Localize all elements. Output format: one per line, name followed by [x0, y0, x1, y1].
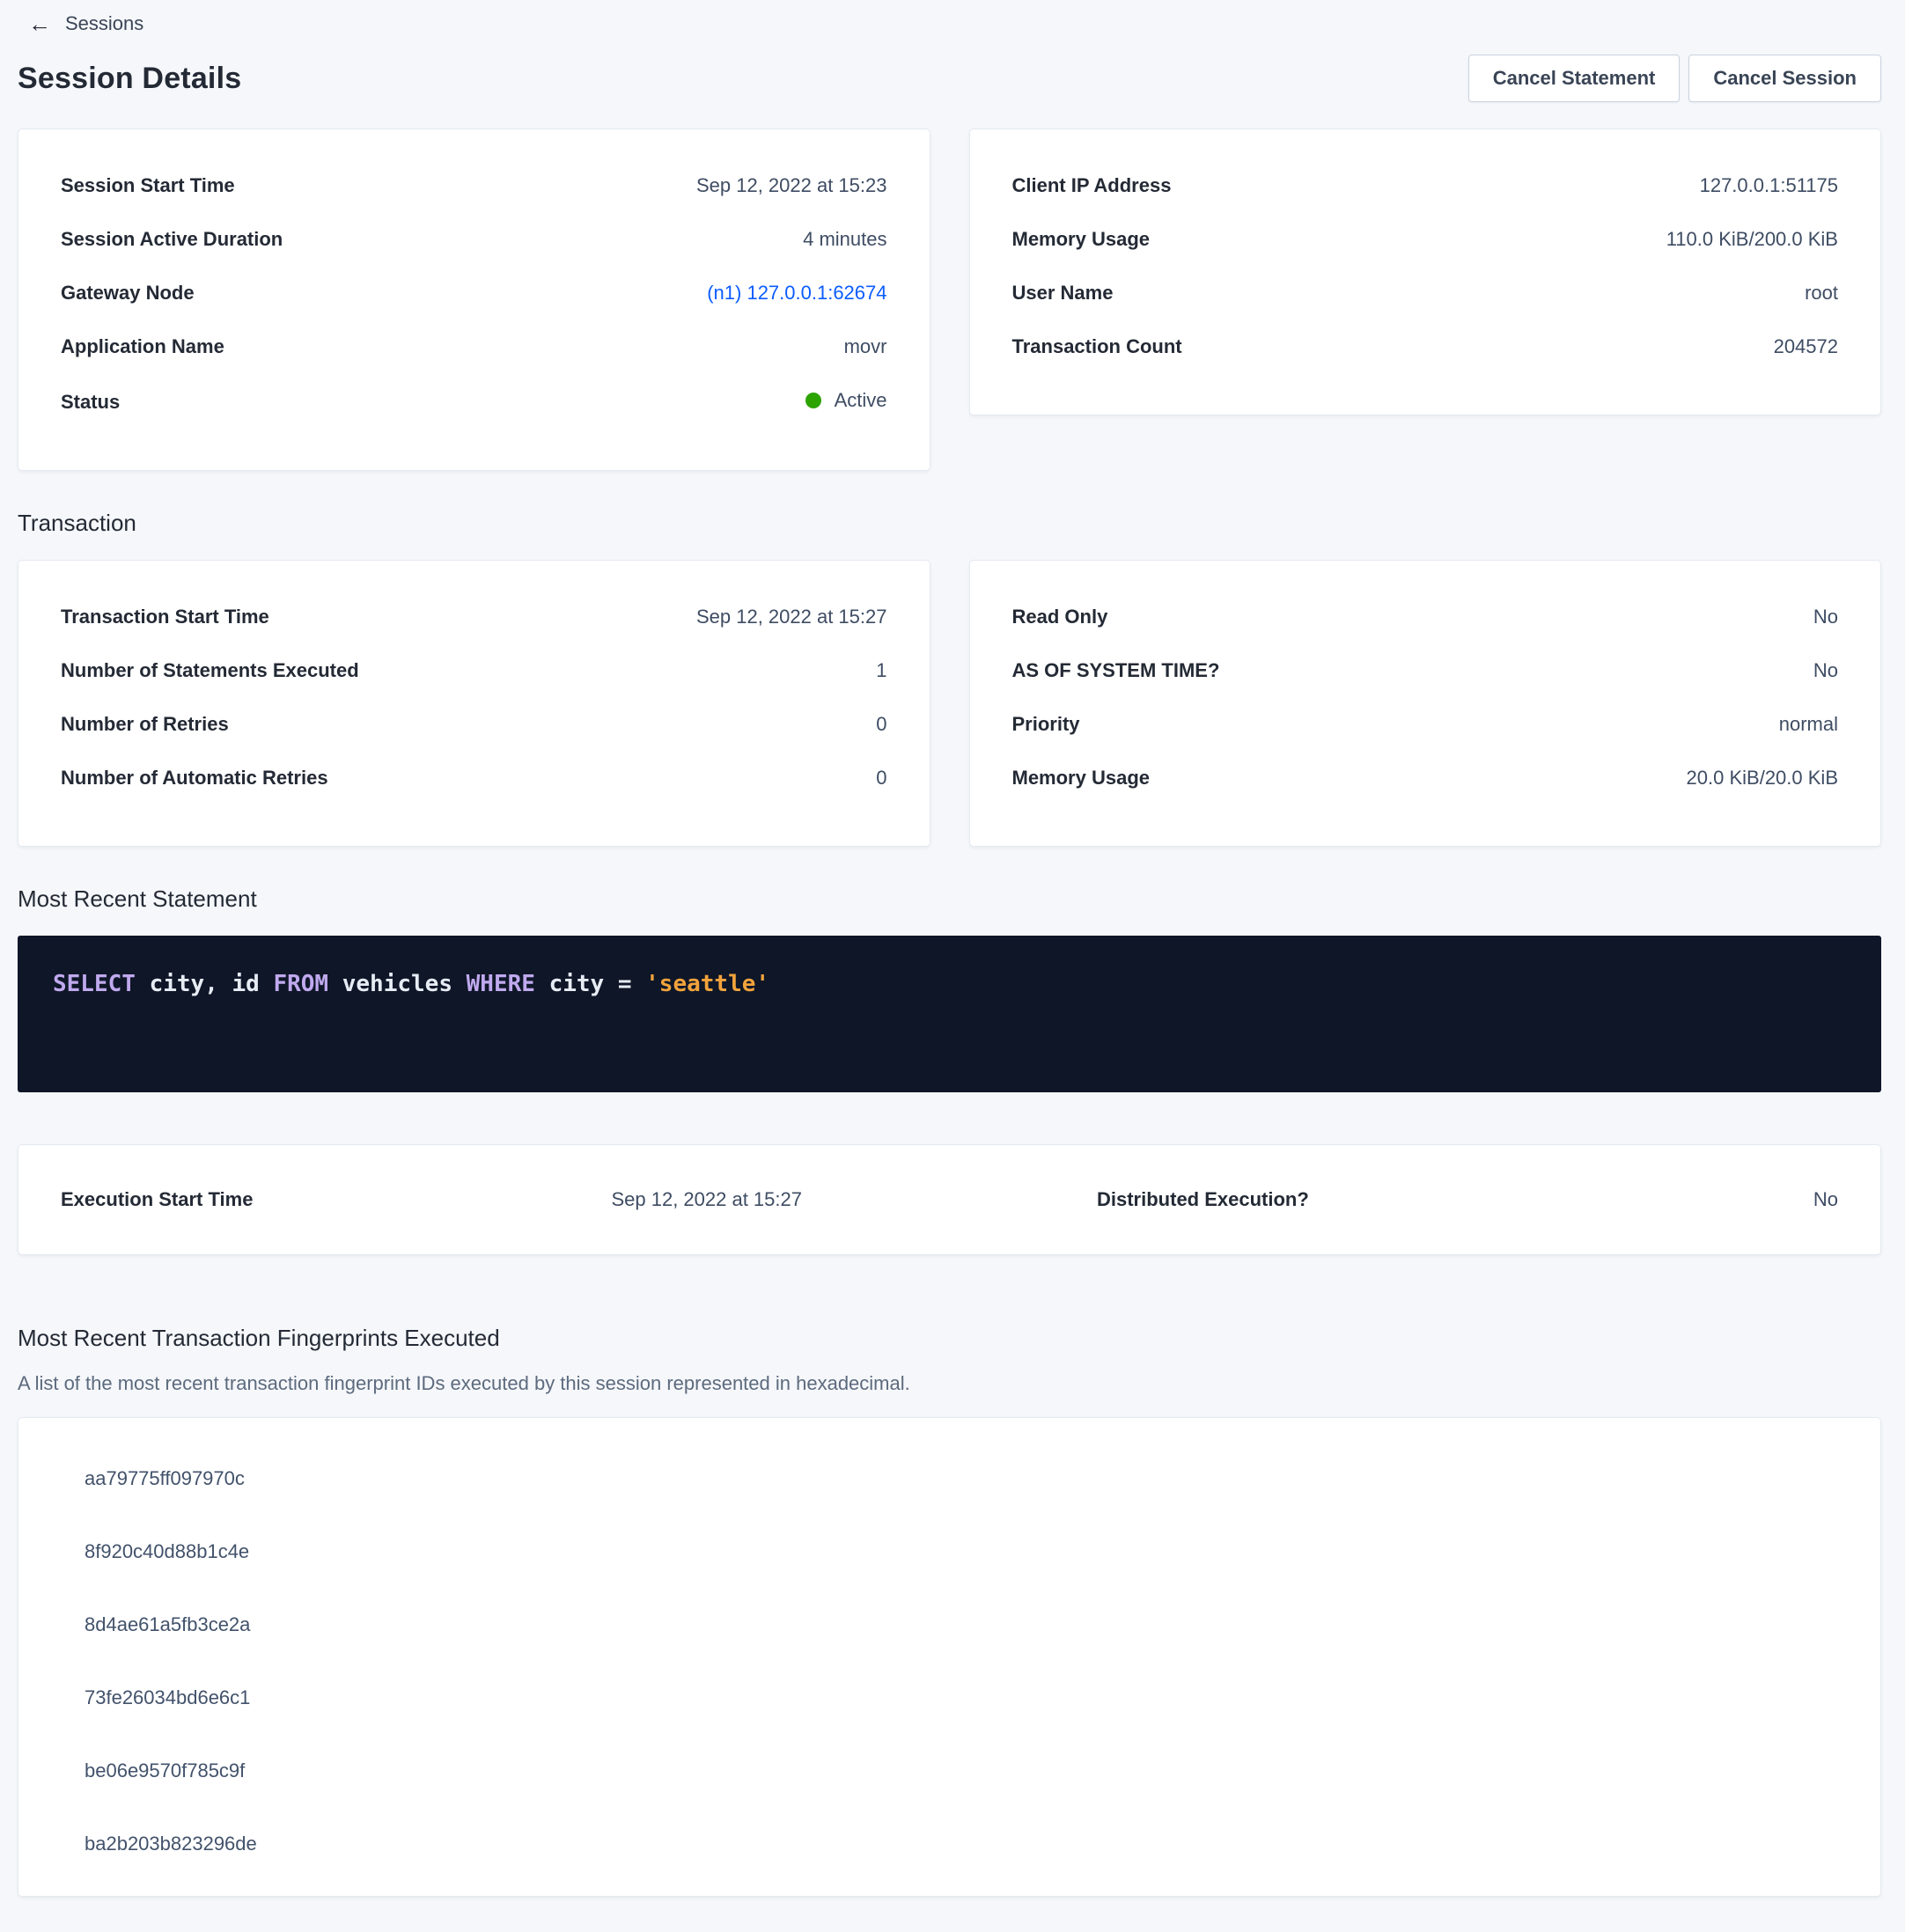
- sql-text: city =: [535, 971, 645, 997]
- row-value: root: [1805, 281, 1838, 305]
- read-only-row: Read Only No: [1012, 605, 1839, 629]
- priority-row: Priority normal: [1012, 712, 1839, 737]
- row-value: 1: [876, 658, 886, 683]
- transaction-row: Transaction Start Time Sep 12, 2022 at 1…: [18, 560, 1881, 847]
- sql-text: vehicles: [328, 971, 467, 997]
- row-value: Sep 12, 2022 at 15:27: [611, 1187, 802, 1212]
- row-label: Number of Statements Executed: [61, 658, 359, 683]
- row-label: Number of Automatic Retries: [61, 766, 328, 790]
- row-value: Sep 12, 2022 at 15:23: [696, 173, 887, 198]
- statements-executed-row: Number of Statements Executed 1: [61, 658, 887, 683]
- row-value: No: [1813, 605, 1838, 629]
- row-label: Application Name: [61, 334, 224, 359]
- fingerprint-item: 8f920c40d88b1c4e: [85, 1539, 1838, 1564]
- session-summary-card-left: Session Start Time Sep 12, 2022 at 15:23…: [18, 129, 930, 471]
- row-value: normal: [1779, 712, 1838, 737]
- sql-keyword: FROM: [273, 971, 328, 997]
- row-value: 20.0 KiB/20.0 KiB: [1687, 766, 1838, 790]
- row-label: Distributed Execution?: [1097, 1187, 1309, 1212]
- row-label: Session Start Time: [61, 173, 235, 198]
- back-arrow-icon: ←: [28, 12, 51, 35]
- header-actions: Cancel Statement Cancel Session: [1468, 55, 1881, 102]
- cancel-statement-button[interactable]: Cancel Statement: [1468, 55, 1681, 102]
- transaction-card-right: Read Only No AS OF SYSTEM TIME? No Prior…: [969, 560, 1882, 847]
- row-value: 110.0 KiB/200.0 KiB: [1666, 227, 1838, 252]
- row-value: 4 minutes: [803, 227, 886, 252]
- row-label: User Name: [1012, 281, 1114, 305]
- retries-row: Number of Retries 0: [61, 712, 887, 737]
- row-label: Memory Usage: [1012, 766, 1151, 790]
- distributed-execution-cell: Distributed Execution? No: [934, 1187, 1838, 1212]
- application-name-row: Application Name movr: [61, 334, 887, 359]
- row-value: No: [1813, 1187, 1838, 1212]
- sql-statement-box: SELECT city, id FROM vehicles WHERE city…: [18, 936, 1881, 1092]
- sql-text: city, id: [136, 971, 274, 997]
- row-value: Sep 12, 2022 at 15:27: [696, 605, 887, 629]
- title-row: Session Details Cancel Statement Cancel …: [18, 55, 1881, 102]
- transaction-section-heading: Transaction: [18, 510, 1881, 537]
- execution-summary-card: Execution Start Time Sep 12, 2022 at 15:…: [18, 1144, 1881, 1255]
- row-label: Execution Start Time: [61, 1187, 253, 1212]
- fingerprints-section-heading: Most Recent Transaction Fingerprints Exe…: [18, 1325, 1881, 1352]
- fingerprint-item: 73fe26034bd6e6c1: [85, 1686, 1838, 1710]
- row-label: Transaction Start Time: [61, 605, 269, 629]
- sql-keyword: SELECT: [53, 971, 136, 997]
- transaction-start-time-row: Transaction Start Time Sep 12, 2022 at 1…: [61, 605, 887, 629]
- session-summary-card-right: Client IP Address 127.0.0.1:51175 Memory…: [969, 129, 1882, 415]
- row-label: Gateway Node: [61, 281, 195, 305]
- session-start-time-row: Session Start Time Sep 12, 2022 at 15:23: [61, 173, 887, 198]
- statement-section-heading: Most Recent Statement: [18, 885, 1881, 913]
- automatic-retries-row: Number of Automatic Retries 0: [61, 766, 887, 790]
- status-value: Active: [805, 388, 887, 413]
- row-value: 0: [876, 766, 886, 790]
- row-label: Number of Retries: [61, 712, 229, 737]
- gateway-node-row: Gateway Node (n1) 127.0.0.1:62674: [61, 281, 887, 305]
- session-active-duration-row: Session Active Duration 4 minutes: [61, 227, 887, 252]
- tx-memory-usage-row: Memory Usage 20.0 KiB/20.0 KiB: [1012, 766, 1839, 790]
- row-label: Session Active Duration: [61, 227, 283, 252]
- transaction-card-left: Transaction Start Time Sep 12, 2022 at 1…: [18, 560, 930, 847]
- cancel-session-button[interactable]: Cancel Session: [1688, 55, 1881, 102]
- back-to-sessions-link[interactable]: ← Sessions: [18, 11, 143, 35]
- fingerprint-item: 8d4ae61a5fb3ce2a: [85, 1612, 1838, 1637]
- fingerprint-item: aa79775ff097970c: [85, 1466, 1838, 1491]
- sql-keyword: WHERE: [467, 971, 535, 997]
- fingerprints-description: A list of the most recent transaction fi…: [18, 1371, 1881, 1396]
- fingerprint-item: ba2b203b823296de: [85, 1832, 1838, 1856]
- transaction-count-row: Transaction Count 204572: [1012, 334, 1839, 359]
- back-link-label: Sessions: [65, 12, 143, 35]
- row-label: Status: [61, 390, 120, 415]
- session-summary-row: Session Start Time Sep 12, 2022 at 15:23…: [18, 129, 1881, 471]
- row-label: Memory Usage: [1012, 227, 1151, 252]
- row-label: Read Only: [1012, 605, 1108, 629]
- execution-start-time-cell: Execution Start Time Sep 12, 2022 at 15:…: [61, 1187, 934, 1212]
- page-title: Session Details: [18, 62, 241, 96]
- row-label: AS OF SYSTEM TIME?: [1012, 658, 1220, 683]
- status-active-dot-icon: [805, 393, 821, 408]
- client-ip-row: Client IP Address 127.0.0.1:51175: [1012, 173, 1839, 198]
- fingerprints-card: aa79775ff097970c 8f920c40d88b1c4e 8d4ae6…: [18, 1417, 1881, 1897]
- as-of-system-time-row: AS OF SYSTEM TIME? No: [1012, 658, 1839, 683]
- status-badge: Active: [835, 388, 887, 413]
- gateway-node-link[interactable]: (n1) 127.0.0.1:62674: [707, 281, 886, 305]
- row-value: 127.0.0.1:51175: [1700, 173, 1838, 198]
- user-name-row: User Name root: [1012, 281, 1839, 305]
- row-value: 0: [876, 712, 886, 737]
- sql-string-literal: 'seattle': [645, 971, 769, 997]
- status-row: Status Active: [61, 388, 887, 415]
- row-value: movr: [844, 334, 887, 359]
- row-label: Transaction Count: [1012, 334, 1182, 359]
- row-label: Client IP Address: [1012, 173, 1172, 198]
- session-details-page: ← Sessions Session Details Cancel Statem…: [0, 0, 1905, 1932]
- row-label: Priority: [1012, 712, 1080, 737]
- row-value: No: [1813, 658, 1838, 683]
- row-value: 204572: [1774, 334, 1838, 359]
- memory-usage-row: Memory Usage 110.0 KiB/200.0 KiB: [1012, 227, 1839, 252]
- fingerprint-item: be06e9570f785c9f: [85, 1759, 1838, 1783]
- sql-statement: SELECT city, id FROM vehicles WHERE city…: [53, 971, 769, 997]
